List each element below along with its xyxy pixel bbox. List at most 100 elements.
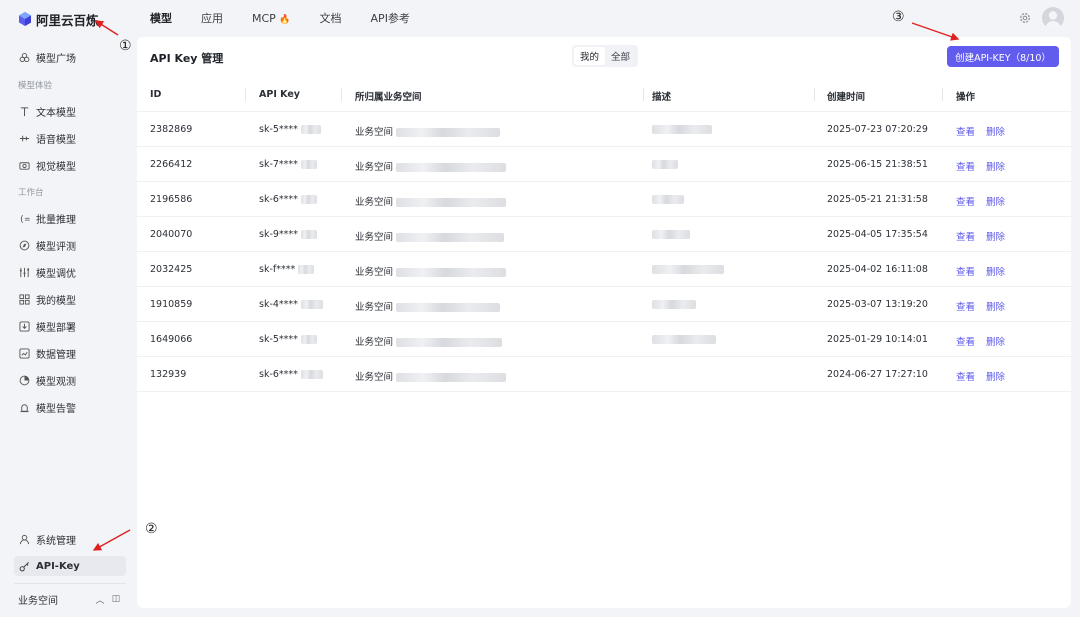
masked-key: sk-f**** — [259, 264, 296, 275]
chevron-up-icon[interactable]: ︿ — [92, 593, 108, 606]
cell-description — [652, 264, 724, 275]
view-link[interactable]: 查看 — [956, 372, 975, 383]
col-divider — [643, 88, 644, 101]
redacted-blur — [652, 160, 678, 169]
deploy-icon — [19, 320, 30, 332]
redacted-blur — [652, 300, 696, 309]
cell-id: 2032425 — [150, 264, 193, 275]
cell-created-time: 2025-04-05 17:35:54 — [827, 229, 928, 240]
cell-workspace: 业务空间 — [355, 159, 507, 173]
delete-link[interactable]: 删除 — [986, 337, 1005, 348]
sidebar-item-data-management[interactable]: 数据管理 — [14, 343, 126, 363]
view-link[interactable]: 查看 — [956, 302, 975, 313]
sidebar-item-label: 我的模型 — [36, 295, 76, 307]
sidebar-item-system[interactable]: 系统管理 — [14, 529, 126, 549]
cell-created-time: 2025-07-23 07:20:29 — [827, 124, 928, 135]
delete-link[interactable]: 删除 — [986, 232, 1005, 243]
sidebar-item-label: 模型广场 — [36, 53, 76, 65]
cell-created-time: 2024-06-27 17:27:10 — [827, 369, 928, 380]
seg-option-mine[interactable]: 我的 — [574, 47, 605, 65]
cell-description — [652, 334, 716, 345]
cell-description — [652, 159, 678, 170]
col-divider — [245, 88, 246, 101]
col-header-id: ID — [150, 89, 162, 100]
settings-gear-icon[interactable] — [1018, 11, 1032, 25]
sidebar-item-alarm[interactable]: 模型告警 — [14, 397, 126, 417]
sidebar-item-api-key[interactable]: API-Key — [14, 556, 126, 576]
workspace-name: 业务空间 — [355, 302, 394, 313]
sidebar-item-audio-model[interactable]: 语音模型 — [14, 128, 126, 148]
tab-apps[interactable]: 应用 — [201, 10, 223, 26]
workspace-switcher[interactable]: 业务空间 ︿ ◫ — [18, 591, 124, 607]
cell-workspace: 业务空间 — [355, 124, 501, 138]
user-icon — [19, 534, 30, 544]
workspace-label: 业务空间 — [18, 595, 58, 607]
table-row: 2040070 sk-9**** 业务空间 2025-04-05 17:35:5… — [137, 217, 1071, 252]
tab-models[interactable]: 模型 — [150, 10, 172, 26]
redacted-blur — [652, 265, 724, 274]
cell-id: 2382869 — [150, 124, 193, 135]
sidebar-item-my-models[interactable]: 我的模型 — [14, 289, 126, 309]
cell-api-key: sk-7**** — [259, 159, 317, 170]
tab-api-reference[interactable]: API参考 — [371, 10, 410, 26]
sidebar-item-label: 模型观测 — [36, 376, 76, 388]
redacted-blur — [652, 125, 712, 134]
redacted-blur — [396, 268, 507, 277]
delete-link[interactable]: 删除 — [986, 197, 1005, 208]
redacted-blur — [300, 370, 323, 379]
sidebar-item-label: 语音模型 — [36, 134, 76, 146]
tab-docs[interactable]: 文档 — [320, 10, 342, 26]
redacted-blur — [396, 233, 505, 242]
user-avatar[interactable] — [1042, 7, 1064, 29]
delete-link[interactable]: 删除 — [986, 162, 1005, 173]
delete-link[interactable]: 删除 — [986, 302, 1005, 313]
table-row: 132939 sk-6**** 业务空间 2024-06-27 17:27:10… — [137, 357, 1071, 392]
sidebar-item-observe[interactable]: 模型观测 — [14, 370, 126, 390]
sidebar-item-tuning[interactable]: 模型调优 — [14, 262, 126, 282]
collapse-sidebar-icon[interactable]: ◫ — [108, 594, 124, 604]
tab-mcp[interactable]: MCP 🔥 — [252, 12, 291, 25]
sidebar-item-label: 文本模型 — [36, 107, 76, 119]
cell-actions: 查看 删除 — [956, 334, 1016, 348]
view-link[interactable]: 查看 — [956, 267, 975, 278]
delete-link[interactable]: 删除 — [986, 127, 1005, 138]
sidebar-item-evaluate[interactable]: 模型评测 — [14, 235, 126, 255]
delete-link[interactable]: 删除 — [986, 372, 1005, 383]
sidebar-item-model-square[interactable]: 模型广场 — [14, 47, 126, 67]
sidebar-item-vision-model[interactable]: 视觉模型 — [14, 155, 126, 175]
chart-icon — [19, 347, 30, 359]
table-row: 1910859 sk-4**** 业务空间 2025-03-07 13:19:2… — [137, 287, 1071, 322]
redacted-blur — [298, 265, 315, 274]
redacted-blur — [300, 230, 317, 239]
cell-created-time: 2025-05-21 21:31:58 — [827, 194, 928, 205]
sidebar-item-batch[interactable]: (=) 批量推理 — [14, 208, 126, 228]
cell-id: 2266412 — [150, 159, 193, 170]
cell-api-key: sk-9**** — [259, 229, 317, 240]
redacted-blur — [652, 230, 690, 239]
seg-option-all[interactable]: 全部 — [605, 47, 636, 65]
create-api-key-button[interactable]: 创建API-KEY（8/10） — [947, 46, 1059, 67]
masked-key: sk-5**** — [259, 124, 298, 135]
delete-link[interactable]: 删除 — [986, 267, 1005, 278]
redacted-blur — [300, 300, 323, 309]
sidebar-item-deploy[interactable]: 模型部署 — [14, 316, 126, 336]
view-link[interactable]: 查看 — [956, 197, 975, 208]
cell-description — [652, 299, 696, 310]
cell-workspace: 业务空间 — [355, 264, 507, 278]
cell-created-time: 2025-04-02 16:11:08 — [827, 264, 928, 275]
sidebar-item-text-model[interactable]: 文本模型 — [14, 101, 126, 121]
cell-api-key: sk-5**** — [259, 124, 321, 135]
view-link[interactable]: 查看 — [956, 337, 975, 348]
view-link[interactable]: 查看 — [956, 127, 975, 138]
api-key-table: ID API Key 所归属业务空间 描述 创建时间 操作 2382869 sk… — [137, 77, 1071, 392]
alarm-icon — [20, 403, 29, 412]
view-link[interactable]: 查看 — [956, 162, 975, 173]
view-link[interactable]: 查看 — [956, 232, 975, 243]
brand-logo[interactable]: 阿里云百炼 — [18, 10, 99, 28]
sidebar-item-label: 数据管理 — [36, 349, 76, 361]
cell-workspace: 业务空间 — [355, 229, 505, 243]
redacted-blur — [300, 160, 317, 169]
table-row: 2382869 sk-5**** 业务空间 2025-07-23 07:20:2… — [137, 112, 1071, 147]
camera-icon — [19, 161, 30, 170]
masked-key: sk-6**** — [259, 194, 298, 205]
